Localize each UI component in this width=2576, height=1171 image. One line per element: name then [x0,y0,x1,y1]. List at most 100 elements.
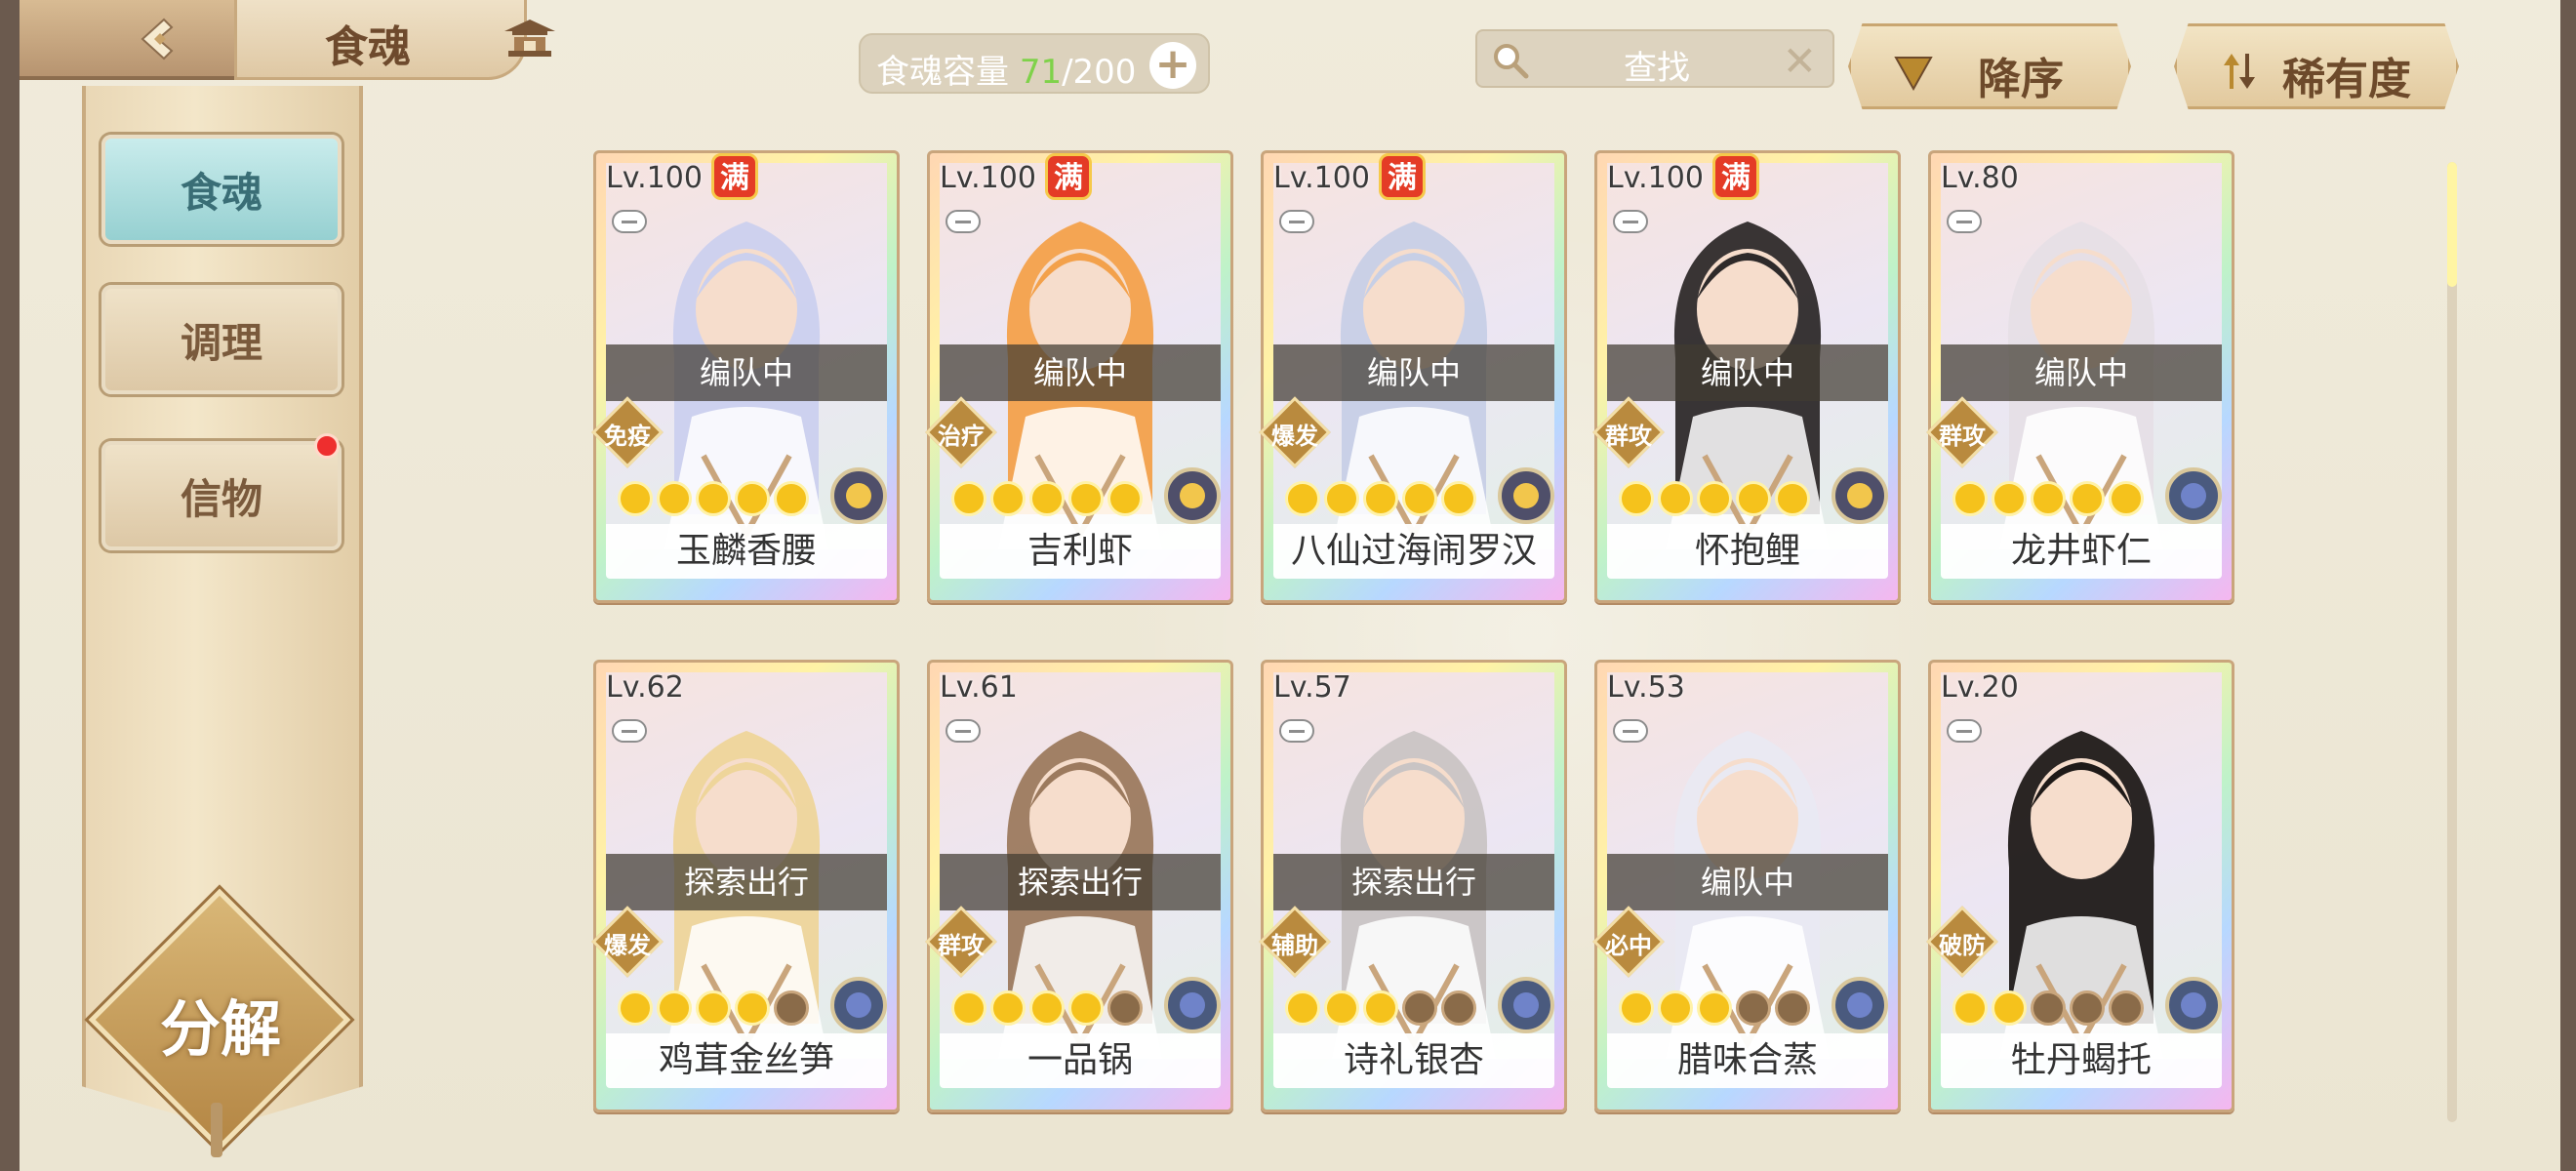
level-label: Lv.100 [1607,161,1704,195]
role-badge: 群攻 [1926,396,1998,468]
food-soul-card[interactable]: Lv.61 探索出行 群攻 一品锅 [925,660,1233,1112]
star-rating [1952,481,2144,520]
sort-descending-label: 降序 [1978,55,2064,104]
back-button[interactable] [20,0,244,80]
food-soul-name: 腊味合蒸 [1607,1033,1888,1088]
title-plate: 食魂 [234,0,555,80]
role-label: 爆发 [1271,423,1318,450]
food-soul-card[interactable]: Lv.57 探索出行 辅助 诗礼银杏 [1259,660,1567,1112]
max-level-badge: 满 [1045,153,1092,200]
role-label: 群攻 [938,932,985,959]
star-filled-icon [1107,481,1143,516]
sort-descending-button[interactable]: 降序 [1848,23,2131,109]
star-filled-icon [1992,481,2027,516]
status-banner: 编队中 [940,344,1221,401]
star-filled-icon [1029,990,1065,1026]
food-soul-card[interactable]: Lv.100 满 编队中 爆发 八仙过海闹罗汉 [1259,150,1567,603]
tab-food-souls[interactable]: 食魂 [101,135,342,244]
max-level-badge: 满 [1712,153,1759,200]
lock-toggle-icon[interactable] [612,210,647,233]
star-filled-icon [990,990,1026,1026]
food-soul-grid: Lv.100 满 编队中 免疫 玉麟香腰 Lv.100 满 编队中 治疗 吉利虾… [591,150,2252,1112]
lock-toggle-icon[interactable] [1279,210,1314,233]
food-soul-card[interactable]: Lv.62 探索出行 爆发 鸡茸金丝笋 [591,660,900,1112]
rarity-emblem-icon [2165,467,2222,524]
lock-toggle-icon[interactable] [1613,719,1648,743]
food-soul-name: 龙井虾仁 [1941,524,2222,579]
level-label: Lv.20 [1941,670,2019,705]
add-capacity-button[interactable]: + [1149,42,1196,89]
star-rating [951,481,1143,520]
search-input[interactable]: 查找 [1624,41,1690,89]
star-filled-icon [1736,481,1771,516]
star-filled-icon [1992,990,2027,1026]
star-rating [1285,990,1476,1030]
star-empty-icon [2031,990,2066,1026]
food-soul-name: 牡丹蝎托 [1941,1033,2222,1088]
role-label: 爆发 [604,932,651,959]
role-label: 群攻 [1605,423,1652,450]
search-icon [1494,44,1529,79]
tab-cooking[interactable]: 调理 [101,285,342,394]
star-rating [951,990,1143,1030]
level-label: Lv.80 [1941,161,2019,195]
star-rating [618,481,809,520]
star-filled-icon [1697,990,1732,1026]
status-banner: 编队中 [1607,854,1888,910]
lock-toggle-icon[interactable] [1947,719,1982,743]
max-level-badge: 满 [711,153,758,200]
scrollbar-thumb[interactable] [2447,162,2457,287]
food-soul-card[interactable]: Lv.20 破防 牡丹蝎托 [1926,660,2234,1112]
rarity-emblem-icon [1164,467,1221,524]
lock-toggle-icon[interactable] [946,210,981,233]
clear-search-icon[interactable]: ✕ [1783,37,1817,85]
star-filled-icon [657,990,692,1026]
food-soul-name: 怀抱鲤 [1607,524,1888,579]
level-label: Lv.100 [1273,161,1370,195]
lock-toggle-icon[interactable] [612,719,647,743]
role-badge: 免疫 [591,396,664,468]
search-box[interactable]: 查找 ✕ [1475,29,1834,88]
rarity-emblem-icon [830,467,887,524]
tab-tokens[interactable]: 信物 [101,441,342,550]
status-banner: 探索出行 [606,854,887,910]
right-edge [2560,0,2576,1171]
level-label: Lv.100 [940,161,1036,195]
star-rating [1619,990,1810,1030]
food-soul-card[interactable]: Lv.100 满 编队中 治疗 吉利虾 [925,150,1233,603]
scrollbar-track[interactable] [2447,162,2457,1122]
role-badge: 爆发 [591,906,664,978]
star-filled-icon [1658,990,1693,1026]
food-soul-name: 一品锅 [940,1033,1221,1088]
star-filled-icon [1285,990,1320,1026]
food-soul-card[interactable]: Lv.80 编队中 群攻 龙井虾仁 [1926,150,2234,603]
lock-toggle-icon[interactable] [1613,210,1648,233]
role-badge: 辅助 [1259,906,1331,978]
star-rating [1952,990,2144,1030]
star-filled-icon [735,990,770,1026]
status-banner: 编队中 [1273,344,1554,401]
food-soul-card[interactable]: Lv.100 满 编队中 群攻 怀抱鲤 [1592,150,1901,603]
left-edge [0,0,20,1171]
tassel-ornament [211,1103,222,1157]
star-empty-icon [1736,990,1771,1026]
pavilion-icon[interactable] [503,18,557,64]
star-filled-icon [1619,990,1654,1026]
star-filled-icon [951,990,986,1026]
role-badge: 破防 [1926,906,1998,978]
food-soul-name: 吉利虾 [940,524,1221,579]
food-soul-card[interactable]: Lv.53 编队中 必中 腊味合蒸 [1592,660,1901,1112]
lock-toggle-icon[interactable] [946,719,981,743]
star-rating [618,990,809,1030]
star-rating [1285,481,1476,520]
back-arrow-icon [141,18,174,61]
star-filled-icon [990,481,1026,516]
decompose-label[interactable]: 分解 [131,980,310,1068]
rarity-emblem-icon [1498,977,1554,1033]
lock-toggle-icon[interactable] [1279,719,1314,743]
status-banner: 编队中 [606,344,887,401]
food-soul-card[interactable]: Lv.100 满 编队中 免疫 玉麟香腰 [591,150,900,603]
lock-toggle-icon[interactable] [1947,210,1982,233]
star-empty-icon [774,990,809,1026]
sort-rarity-button[interactable]: 稀有度 [2174,23,2459,109]
